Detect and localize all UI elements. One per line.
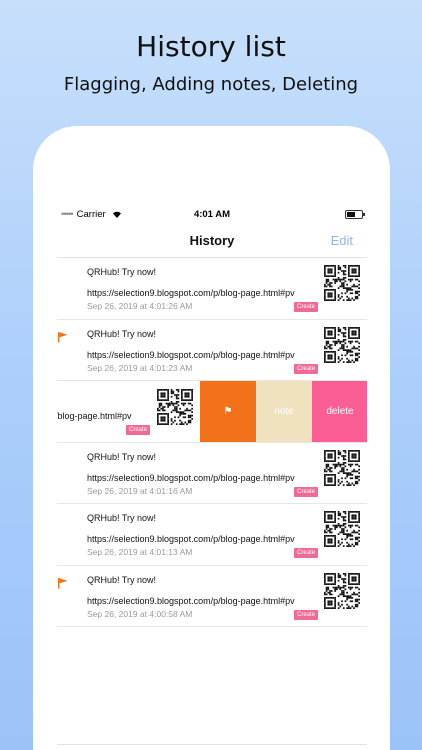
status-bar: ••••• Carrier 4:01 AM [57, 206, 367, 224]
row-url-fragment: /blog-page.html#pv [57, 411, 132, 421]
edit-button[interactable]: Edit [331, 233, 353, 248]
create-badge[interactable]: Create [294, 548, 318, 558]
row-title: QRHub! Try now! [87, 513, 157, 523]
delete-action-button[interactable]: delete [312, 381, 367, 442]
create-badge[interactable]: Create [294, 486, 318, 497]
qr-code-icon [324, 449, 360, 486]
qr-code-icon [324, 326, 360, 363]
qr-code-icon [324, 265, 360, 301]
nav-bar: History Edit [57, 224, 367, 258]
tab-bar [57, 744, 367, 750]
history-row[interactable]: QRHub! Try now! https://selection9.blogs… [57, 258, 367, 320]
flag-action-button[interactable]: ⚑ [200, 381, 256, 442]
battery-icon [345, 210, 365, 219]
note-action-button[interactable]: note [256, 381, 312, 442]
row-title: QRHub! Try now! [87, 267, 157, 277]
history-list: QRHub! Try now! https://selection9.blogs… [57, 258, 367, 627]
banner-subtitle: Flagging, Adding notes, Deleting [63, 74, 359, 95]
row-date: Sep 26, 2019 at 4:01:23 AM [87, 362, 193, 373]
row-url: https://selection9.blogspot.com/p/blog-p… [87, 472, 295, 483]
history-row[interactable]: QRHub! Try now! https://selection9.blogs… [57, 442, 367, 504]
create-badge[interactable]: Create [294, 363, 318, 374]
page-title: History [189, 233, 235, 248]
status-time: 4:01 AM [193, 209, 231, 220]
row-date: Sep 26, 2019 at 4:01:16 AM [87, 485, 193, 496]
banner-title: History list [136, 30, 286, 63]
flag-icon [58, 331, 68, 342]
qr-code-icon [157, 389, 193, 425]
row-date: Sep 26, 2019 at 4:00:58 AM [87, 608, 193, 619]
row-title: QRHub! Try now! [87, 574, 157, 585]
qr-code-icon [324, 572, 360, 609]
phone-frame: ••••• Carrier 4:01 AM History Edit QRHub!… [33, 126, 390, 750]
history-row[interactable]: QRHub! Try now! https://selection9.blogs… [57, 504, 367, 566]
row-url: https://selection9.blogspot.com/p/blog-p… [87, 534, 295, 544]
flag-icon: ⚑ [223, 406, 233, 417]
create-badge[interactable]: Create [294, 609, 318, 620]
row-url: https://selection9.blogspot.com/p/blog-p… [87, 595, 295, 606]
history-row[interactable]: QRHub! Try now! https://selection9.blogs… [57, 319, 367, 381]
history-row-swiped[interactable]: /blog-page.html#pv Create ⚑ note delete [57, 381, 367, 443]
create-badge[interactable]: Create [126, 425, 150, 435]
history-row[interactable]: QRHub! Try now! https://selection9.blogs… [57, 565, 367, 627]
app-screen: ••••• Carrier 4:01 AM History Edit QRHub!… [57, 206, 367, 750]
row-url: https://selection9.blogspot.com/p/blog-p… [87, 349, 295, 360]
flag-icon [58, 577, 68, 588]
row-title: QRHub! Try now! [87, 328, 157, 339]
qr-code-icon [324, 511, 360, 547]
row-title: QRHub! Try now! [87, 451, 157, 462]
row-date: Sep 26, 2019 at 4:01:26 AM [87, 301, 193, 311]
row-date: Sep 26, 2019 at 4:01:13 AM [87, 547, 193, 557]
row-url: https://selection9.blogspot.com/p/blog-p… [87, 288, 295, 298]
create-badge[interactable]: Create [294, 302, 318, 312]
